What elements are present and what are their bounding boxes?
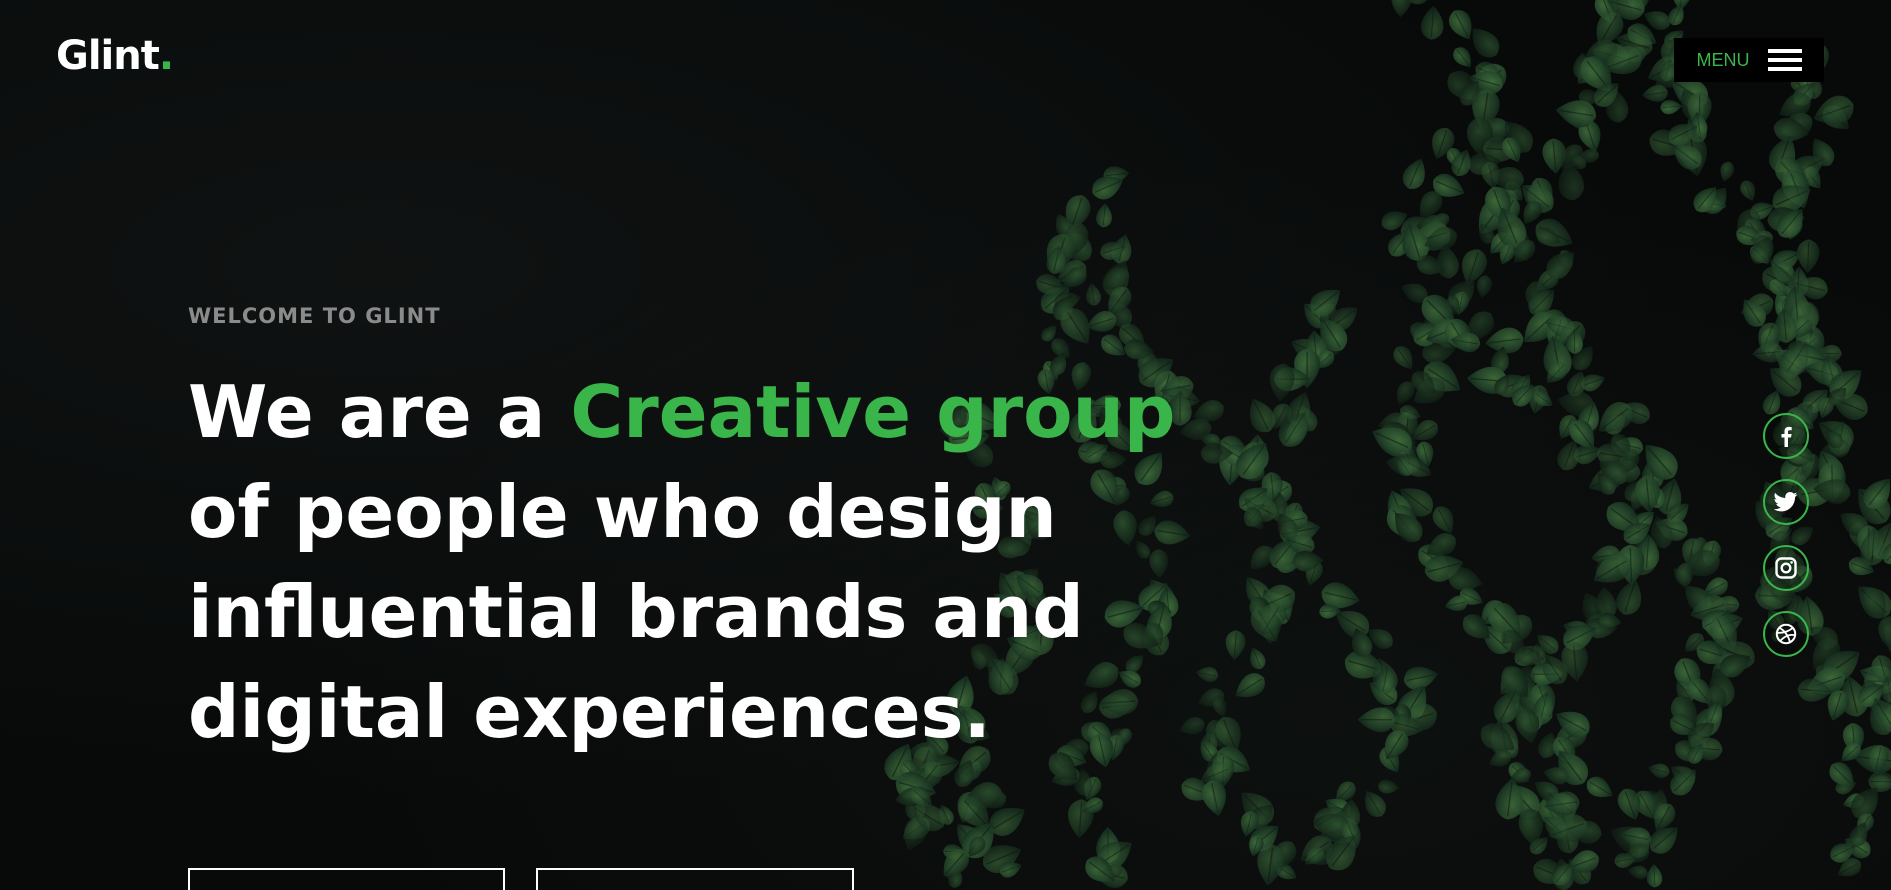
menu-label: MENU — [1696, 49, 1750, 70]
hero-headline: We are a Creative group of people who de… — [188, 362, 1188, 762]
hero-kicker: WELCOME TO GLINT — [188, 304, 441, 328]
site-logo[interactable]: Glint. — [56, 33, 174, 79]
instagram-icon — [1775, 557, 1797, 579]
twitter-icon — [1774, 492, 1798, 512]
hero-secondary-button[interactable] — [536, 868, 854, 890]
headline-line4: digital experiences. — [188, 670, 991, 754]
facebook-link[interactable] — [1763, 413, 1809, 459]
headline-part1: We are a — [188, 370, 571, 454]
menu-button[interactable]: MENU — [1674, 38, 1824, 82]
hamburger-icon — [1767, 49, 1802, 71]
logo-text: Glint — [56, 33, 160, 79]
dribbble-link[interactable] — [1763, 611, 1809, 657]
headline-accent: Creative group — [570, 370, 1176, 454]
headline-line2: of people who design — [188, 470, 1057, 554]
logo-dot: . — [158, 33, 174, 79]
social-links — [1763, 413, 1809, 657]
dribbble-icon — [1775, 623, 1797, 645]
hero-primary-button[interactable] — [188, 868, 505, 890]
headline-line3: influential brands and — [188, 570, 1084, 654]
twitter-link[interactable] — [1763, 479, 1809, 525]
facebook-icon — [1781, 426, 1792, 447]
instagram-link[interactable] — [1763, 545, 1809, 591]
hero-section: Glint. MENU WELCOME TO GLINT We are a Cr… — [0, 0, 1891, 890]
